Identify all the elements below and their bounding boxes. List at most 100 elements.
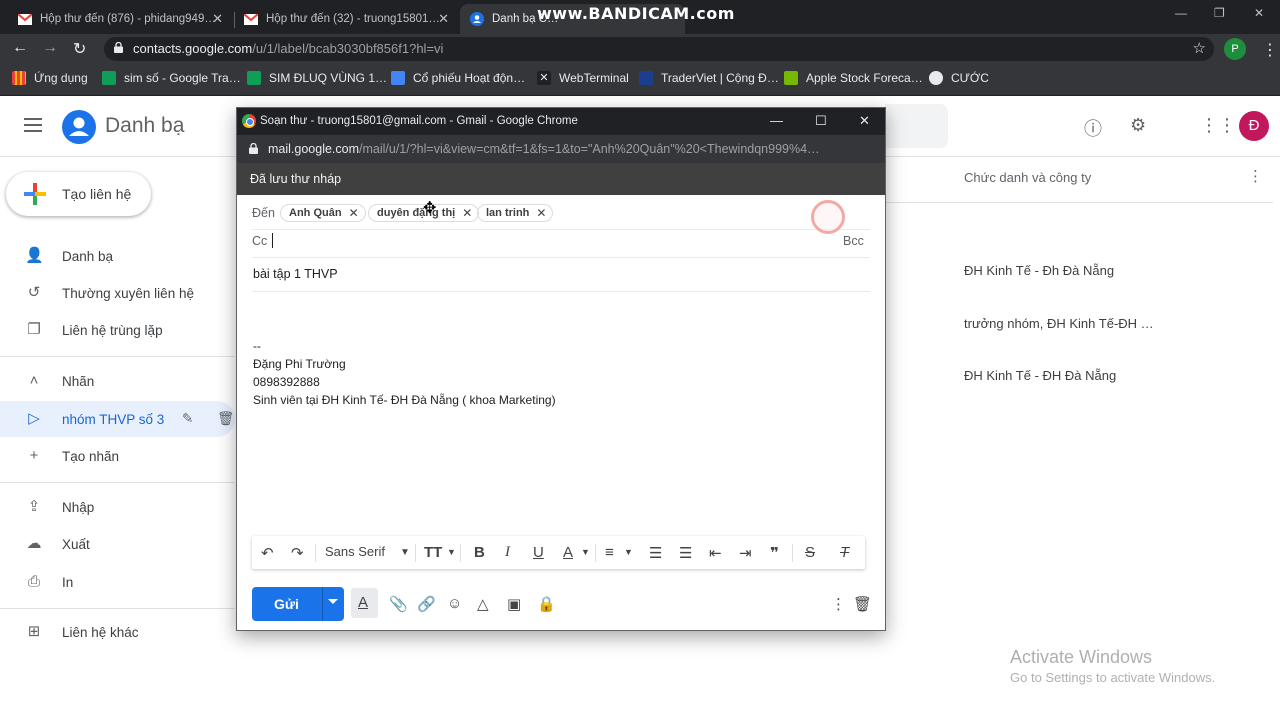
print-icon: ⎙ [27, 573, 40, 590]
bookmark-item[interactable]: CƯỚC [929, 71, 989, 85]
sidebar-item-import[interactable]: ⇪ Nhập [0, 489, 235, 525]
sidebar-item-export[interactable]: ☁ Xuất [0, 526, 235, 562]
bookmark-item[interactable]: SIM ĐLUQ VÙNG 1… [247, 71, 387, 85]
message-body[interactable] [252, 298, 870, 528]
numbered-list-icon[interactable]: ☰ [649, 544, 662, 562]
contact-row-company[interactable]: ĐH Kinh Tế - ĐH Đà Nẵng [964, 368, 1116, 383]
more-options-icon[interactable]: ⋮ [831, 595, 846, 613]
column-header-title-company[interactable]: Chức danh và công ty [964, 170, 1091, 185]
contact-row-company[interactable]: trưởng nhóm, ĐH Kinh Tế-ĐH … [964, 316, 1154, 331]
sidebar-item-label-group[interactable]: ▷ nhóm THVP số 3 ✎ 🗑 [0, 401, 235, 437]
discard-draft-icon[interactable]: 🗑 [853, 595, 872, 613]
sidebar-item-label: Nhập [62, 499, 95, 515]
close-window-icon[interactable]: ✕ [859, 113, 870, 129]
remove-recipient-icon[interactable]: ✕ [462, 206, 472, 220]
redo-icon[interactable]: ↷ [291, 544, 304, 562]
bookmark-item[interactable]: Apple Stock Foreca… [784, 71, 923, 85]
browser-tab[interactable]: Hộp thư đến (876) - phidang949… ✕ [8, 4, 233, 34]
quote-icon[interactable]: ❞ [770, 544, 779, 562]
reload-icon[interactable]: ↻ [73, 39, 86, 59]
emoji-icon[interactable]: ☺ [447, 595, 462, 612]
close-window-icon[interactable]: ✕ [1254, 6, 1264, 20]
tab-close-icon[interactable]: ✕ [212, 11, 223, 27]
google-drive-icon[interactable]: △ [477, 595, 489, 613]
font-size-icon[interactable]: TT [424, 544, 442, 561]
delete-trash-icon[interactable]: 🗑 [217, 411, 234, 427]
sidebar-item-contacts[interactable]: 👤 Danh bạ [0, 238, 235, 274]
help-icon[interactable]: ⓘ [1084, 115, 1102, 141]
clear-formatting-icon[interactable]: T [840, 544, 849, 561]
more-options-icon[interactable]: ⋮ [1248, 167, 1263, 185]
toolbar-divider [595, 544, 596, 562]
bookmark-item[interactable]: Ứng dụng [12, 71, 88, 85]
browser-tab[interactable]: Hộp thư đến (32) - truong15801… ✕ [234, 4, 459, 34]
search-bar[interactable] [885, 104, 948, 148]
sidebar-item-frequent[interactable]: ↺ Thường xuyên liên hệ [0, 275, 235, 311]
schedule-send-dropdown-icon[interactable] [328, 599, 338, 604]
align-icon[interactable]: ≡ [605, 544, 614, 561]
create-contact-button[interactable]: Tạo liên hệ [6, 172, 151, 216]
tab-close-icon[interactable]: ✕ [438, 11, 449, 27]
tab-title: Hộp thư đến (876) - phidang949… [40, 13, 216, 25]
bulleted-list-icon[interactable]: ☰ [679, 544, 692, 562]
remove-recipient-icon[interactable]: ✕ [349, 206, 359, 220]
restore-icon[interactable]: ❐ [1214, 6, 1225, 20]
recipient-chip[interactable]: Anh Quân ✕ [280, 204, 366, 222]
confidential-mode-icon[interactable]: 🔒 [537, 595, 556, 613]
address-url: contacts.google.com/u/1/label/bcab3030bf… [133, 41, 444, 56]
subject-field[interactable] [252, 258, 870, 292]
chevron-down-icon[interactable]: ▼ [581, 547, 590, 557]
underline-icon[interactable]: U [533, 544, 544, 561]
undo-icon[interactable]: ↶ [261, 544, 274, 562]
italic-icon[interactable]: I [505, 544, 510, 561]
minimize-icon[interactable]: — [770, 113, 783, 128]
bookmark-item[interactable]: ✕ WebTerminal [537, 71, 629, 85]
chevron-down-icon[interactable]: ▼ [400, 547, 410, 558]
to-label: Đến [252, 206, 275, 220]
forward-icon[interactable]: → [42, 39, 58, 57]
chevron-down-icon[interactable]: ▼ [447, 547, 456, 557]
insert-link-icon[interactable]: 🔗 [417, 595, 436, 613]
settings-gear-icon[interactable]: ⚙ [1130, 115, 1146, 136]
history-icon: ↺ [27, 284, 41, 301]
strikethrough-icon[interactable]: S [805, 544, 815, 561]
compose-address-bar[interactable]: mail.google.com/mail/u/1/?hl=vi&view=cm&… [237, 135, 885, 163]
cc-field[interactable] [252, 230, 870, 258]
minimize-icon[interactable]: — [1175, 6, 1187, 20]
sidebar-item-label: Tạo nhãn [62, 448, 120, 464]
edit-pencil-icon[interactable]: ✎ [182, 411, 193, 427]
sidebar-item-create-label[interactable]: + Tạo nhãn [0, 438, 235, 474]
sidebar-item-label: In [62, 574, 74, 590]
sidebar-item-other-contacts[interactable]: ⊞ Liên hệ khác [0, 614, 235, 650]
send-button[interactable]: Gửi [252, 587, 344, 621]
main-menu-icon[interactable] [24, 118, 42, 132]
remove-recipient-icon[interactable]: ✕ [536, 206, 546, 220]
back-icon[interactable]: ← [12, 39, 28, 57]
formatting-options-button[interactable]: A [351, 588, 378, 618]
sidebar-item-duplicates[interactable]: ❐ Liên hệ trùng lặp [0, 312, 235, 348]
profile-avatar[interactable]: P [1224, 38, 1246, 60]
bookmark-item[interactable]: sim số - Google Tra… [102, 71, 241, 85]
indent-less-icon[interactable]: ⇤ [709, 544, 722, 562]
sidebar-item-print[interactable]: ⎙ In [0, 564, 235, 600]
bookmark-item[interactable]: Cổ phiếu Hoạt độn… [391, 71, 525, 85]
bookmark-item[interactable]: TraderViet | Cộng Đ… [639, 71, 779, 85]
text-color-icon[interactable]: A [563, 544, 573, 561]
more-menu-icon[interactable]: ⋮ [1262, 40, 1278, 60]
account-avatar[interactable]: Đ [1239, 111, 1269, 141]
chevron-down-icon[interactable]: ▼ [624, 547, 633, 557]
address-bar[interactable]: contacts.google.com/u/1/label/bcab3030bf… [104, 37, 1214, 61]
sidebar-divider [0, 608, 235, 609]
contact-row-company[interactable]: ĐH Kinh Tế - Đh Đà Nẵng [964, 263, 1114, 278]
font-family-select[interactable]: Sans Serif [325, 544, 385, 559]
recipient-chip[interactable]: lan trinh ✕ [477, 204, 554, 222]
sidebar-labels-header[interactable]: ˄ Nhãn [0, 363, 235, 399]
apps-grid-icon[interactable]: ⋮⋮ [1200, 115, 1236, 136]
bcc-link[interactable]: Bcc [843, 234, 864, 248]
bookmark-star-icon[interactable]: ☆ [1193, 39, 1206, 57]
bold-icon[interactable]: B [474, 544, 485, 561]
insert-photo-icon[interactable]: ▣ [507, 595, 521, 613]
indent-more-icon[interactable]: ⇥ [739, 544, 752, 562]
maximize-icon[interactable]: ☐ [815, 113, 827, 129]
attach-file-icon[interactable]: 📎 [389, 595, 408, 613]
